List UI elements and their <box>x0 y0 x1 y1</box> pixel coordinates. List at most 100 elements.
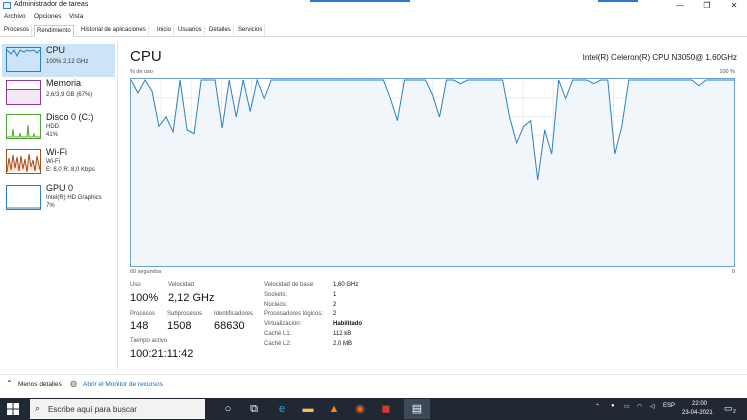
sidebar-item-label: CPU <box>46 45 66 55</box>
search-icon: ⌕ <box>35 403 41 413</box>
sidebar-item-label: Memoria <box>46 78 82 88</box>
threads-label: Subprocesos <box>167 311 203 317</box>
handles-label: Identificadores <box>214 311 254 317</box>
sidebar-item-cpu[interactable]: CPU 100% 2,12 GHz <box>2 44 115 77</box>
tab-historial[interactable]: Historial de aplicaciones <box>79 25 149 36</box>
wifi-icon[interactable]: ◠ <box>637 403 642 410</box>
speed-value: 2,12 GHz <box>168 292 215 304</box>
sidebar-item-detail: 41% <box>46 132 59 138</box>
info-value: 2 <box>333 302 337 308</box>
search-placeholder: Escribe aquí para buscar <box>48 405 137 414</box>
sidebar-item-detail: 2,6/3,9 GB (67%) <box>46 92 93 98</box>
tab-usuarios[interactable]: Usuarios <box>176 25 205 36</box>
info-value: 2,0 MB <box>333 341 353 347</box>
sidebar-item-label: Wi-Fi <box>46 147 67 157</box>
info-label: Caché L1: <box>264 331 292 337</box>
tab-inicio[interactable]: Inicio <box>155 25 175 36</box>
accent-strip <box>598 0 638 2</box>
sidebar-item-memoria[interactable]: Memoria 2,6/3,9 GB (67%) <box>2 77 115 110</box>
notification-count: 2 <box>733 409 736 415</box>
usage-value: 100% <box>130 292 159 304</box>
tab-procesos[interactable]: Procesos <box>2 25 33 36</box>
info-value: Habilitado <box>333 321 363 327</box>
sidebar-item-detail: Wi-Fi <box>46 159 60 165</box>
resource-monitor-link[interactable]: Abrir el Monitor de recursos <box>83 381 163 388</box>
sidebar-item-detail: E: 8,0 R: 8,0 Kbps <box>46 167 95 173</box>
graph-y-max: 100 % <box>719 69 735 75</box>
processes-label: Procesos <box>130 311 156 317</box>
chevron-up-icon[interactable]: ⌃ <box>6 379 13 388</box>
info-label: Caché L2: <box>264 341 292 347</box>
info-label: Procesadores lógicos: <box>264 311 324 317</box>
notification-icon[interactable]: ▭ <box>724 403 733 414</box>
info-value: 112 kB <box>333 331 352 337</box>
minimize-button[interactable]: — <box>667 0 693 12</box>
microphone-icon[interactable]: ● <box>611 403 615 409</box>
sidebar-item-wifi[interactable]: Wi-Fi Wi-Fi E: 8,0 R: 8,0 Kbps <box>2 146 115 179</box>
windows-start-icon[interactable] <box>5 401 21 417</box>
info-label: Virtualización: <box>264 321 302 327</box>
edge-browser-icon[interactable]: e <box>274 401 290 417</box>
sidebar-item-detail: 100% 2,12 GHz <box>46 59 89 65</box>
clock-date[interactable]: 23-04-2021 <box>682 410 713 416</box>
close-button[interactable]: ✕ <box>721 0 747 12</box>
cpu-usage-graph <box>130 78 735 267</box>
tab-bar: Procesos Rendimiento Historial de aplica… <box>0 24 747 37</box>
sidebar-item-detail: Intel(R) HD Graphics <box>46 195 102 201</box>
uptime-label: Tiempo activo <box>130 338 168 344</box>
chevron-up-icon[interactable]: ⌃ <box>595 403 600 410</box>
tab-servicios[interactable]: Servicios <box>236 25 266 36</box>
sidebar-item-detail: 7% <box>46 203 55 209</box>
tab-detalles[interactable]: Detalles <box>207 25 234 36</box>
usage-label: Uso <box>130 282 141 288</box>
resource-monitor-icon: ◍ <box>70 379 77 388</box>
sidebar-item-label: GPU 0 <box>46 183 74 193</box>
memory-thumbnail-graph <box>6 80 41 105</box>
graph-x-end: 0 <box>731 269 735 275</box>
sidebar-item-disco[interactable]: Disco 0 (C:) HDD 41% <box>2 111 115 144</box>
handles-value: 68630 <box>214 320 245 332</box>
threads-value: 1508 <box>167 320 192 332</box>
wifi-thumbnail-graph <box>6 149 41 174</box>
task-manager-taskbar-icon[interactable]: ▤ <box>404 399 430 419</box>
firefox-icon[interactable]: ◉ <box>352 401 368 417</box>
resource-sidebar: CPU 100% 2,12 GHz Memoria 2,6/3,9 GB (67… <box>0 40 118 370</box>
processes-value: 148 <box>130 320 149 332</box>
cpu-thumbnail-graph <box>6 47 41 72</box>
sidebar-item-detail: HDD <box>46 124 59 130</box>
volume-icon[interactable]: ◁ <box>650 403 655 410</box>
info-label: Sockets: <box>264 292 288 298</box>
office-icon[interactable]: ◼ <box>378 401 394 417</box>
language-indicator[interactable]: ESP <box>663 403 675 409</box>
menu-vista[interactable]: Vista <box>69 13 83 20</box>
taskbar-search-box[interactable]: ⌕ Escribe aquí para buscar <box>30 399 205 419</box>
info-value: 1,60 GHz <box>333 282 359 288</box>
info-value: 2 <box>333 311 337 317</box>
network-icon[interactable]: ▭ <box>624 403 630 410</box>
task-manager-icon <box>3 2 11 9</box>
page-title: CPU <box>130 48 162 65</box>
less-details-link[interactable]: Menos detalles <box>18 381 62 388</box>
file-explorer-icon[interactable]: ▬ <box>300 401 316 417</box>
clock-time[interactable]: 22:00 <box>692 401 707 407</box>
uptime-value: 100:21:11:42 <box>130 348 194 360</box>
taskbar: ⌕ Escribe aquí para buscar ○ ⧉ e ▬ ▲ ◉ ◼… <box>0 398 747 420</box>
maximize-button[interactable]: ❐ <box>694 0 720 12</box>
vlc-player-icon[interactable]: ▲ <box>326 401 342 417</box>
disk-thumbnail-graph <box>6 114 41 139</box>
menu-opciones[interactable]: Opciones <box>34 13 61 20</box>
title-bar: Administrador de tareas — ❐ ✕ <box>0 0 747 12</box>
sidebar-item-gpu[interactable]: GPU 0 Intel(R) HD Graphics 7% <box>2 182 115 215</box>
cpu-model-name: Intel(R) Celeron(R) CPU N3050@ 1.60GHz <box>582 53 737 62</box>
cpu-usage-chart <box>130 78 734 266</box>
sidebar-item-label: Disco 0 (C:) <box>46 112 94 122</box>
graph-y-label: % de uso <box>130 69 153 75</box>
task-view-icon[interactable]: ⧉ <box>246 401 262 417</box>
menu-archivo[interactable]: Archivo <box>4 13 26 20</box>
tab-rendimiento[interactable]: Rendimiento <box>34 25 74 37</box>
cpu-detail-panel: CPU Intel(R) Celeron(R) CPU N3050@ 1.60G… <box>118 40 747 370</box>
cortana-icon[interactable]: ○ <box>220 401 236 417</box>
graph-x-label: 60 segundos <box>130 269 162 275</box>
info-label: Núcleos: <box>264 302 288 308</box>
gpu-thumbnail-graph <box>6 185 41 210</box>
